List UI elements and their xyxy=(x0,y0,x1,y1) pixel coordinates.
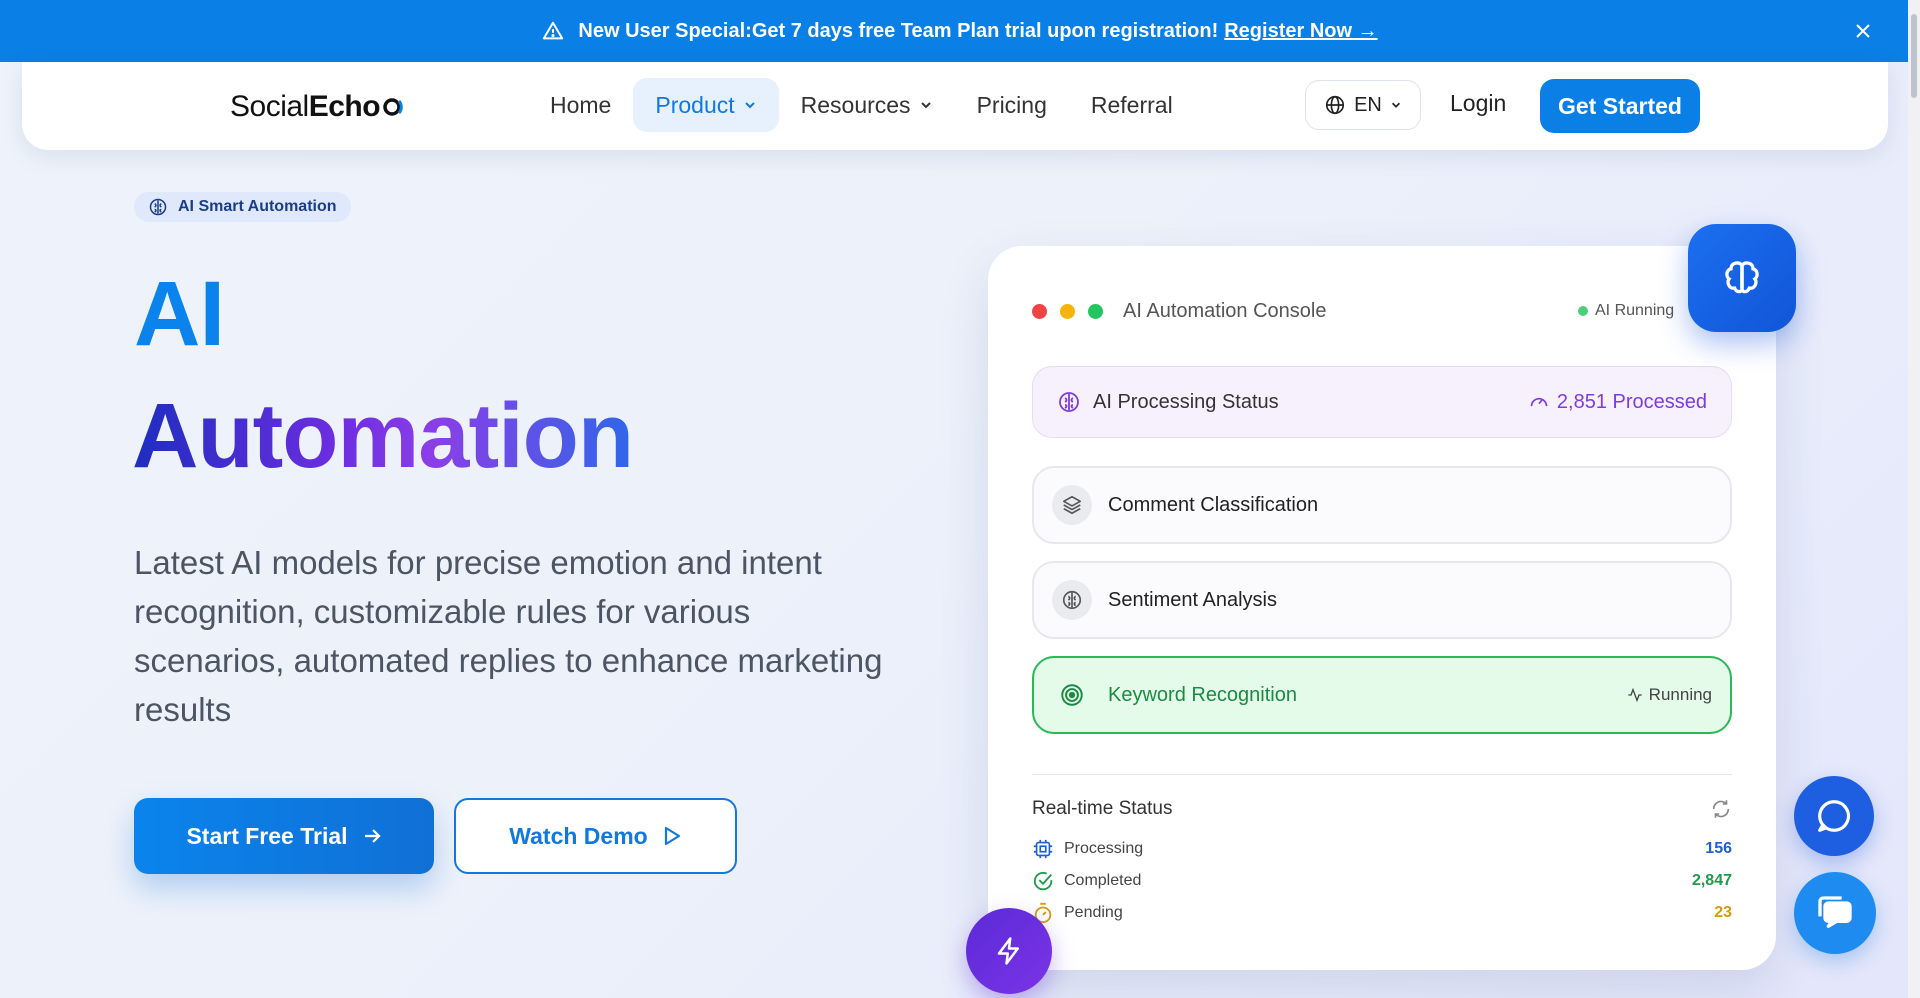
realtime-status-title: Real-time Status xyxy=(1032,798,1173,819)
task-label: Comment Classification xyxy=(1108,493,1319,516)
feature-badge-label: AI Smart Automation xyxy=(178,198,337,215)
red-dot xyxy=(1032,304,1047,319)
watch-demo-button[interactable]: Watch Demo xyxy=(454,798,737,874)
page-scrollbar[interactable] xyxy=(1908,0,1920,998)
ai-running-indicator: AI Running xyxy=(1578,302,1674,320)
start-free-trial-button[interactable]: Start Free Trial xyxy=(134,798,434,874)
running-label: Running xyxy=(1648,685,1712,704)
target-icon xyxy=(1052,675,1092,715)
processed-count: 2,851 Processed xyxy=(1556,390,1707,413)
realtime-value: 23 xyxy=(1714,904,1732,921)
login-link[interactable]: Login xyxy=(1450,90,1506,117)
logo-mark-icon xyxy=(382,96,404,118)
register-now-link[interactable]: Register Now → xyxy=(1224,20,1377,43)
nav-referral-label: Referral xyxy=(1090,91,1173,118)
feature-badge: AI Smart Automation xyxy=(134,192,351,222)
window-controls xyxy=(1032,304,1103,319)
hero-title-line-2: Automation xyxy=(132,385,634,487)
get-started-button[interactable]: Get Started xyxy=(1540,79,1700,133)
nav-referral[interactable]: Referral xyxy=(1069,78,1195,132)
layers-icon xyxy=(1052,485,1092,525)
arrow-right-icon xyxy=(362,826,382,846)
realtime-label: Pending xyxy=(1064,904,1123,921)
status-dot xyxy=(1578,306,1588,316)
divider xyxy=(1032,774,1732,775)
language-selector[interactable]: EN xyxy=(1305,80,1421,130)
brain-icon xyxy=(1688,224,1796,332)
chevron-down-icon xyxy=(1390,99,1402,111)
realtime-label: Completed xyxy=(1064,872,1142,889)
logo-echo: Echo xyxy=(308,90,381,123)
nav-home[interactable]: Home xyxy=(528,78,633,132)
messages-icon[interactable] xyxy=(1794,872,1876,954)
realtime-value: 156 xyxy=(1705,840,1732,857)
chat-bubble-icon[interactable] xyxy=(1794,776,1874,856)
running-indicator: Running xyxy=(1627,685,1712,705)
realtime-row-completed: Completed 2,847 xyxy=(1032,868,1732,894)
language-label: EN xyxy=(1354,93,1382,116)
green-dot xyxy=(1088,304,1103,319)
watch-demo-label: Watch Demo xyxy=(509,822,648,849)
activity-icon xyxy=(1627,687,1643,703)
start-free-trial-label: Start Free Trial xyxy=(186,822,348,849)
nav-product-label: Product xyxy=(655,91,735,118)
task-keyword-recognition[interactable]: Keyword Recognition Running xyxy=(1032,656,1732,734)
check-circle-icon xyxy=(1032,870,1054,892)
realtime-row-processing: Processing 156 xyxy=(1032,836,1732,862)
realtime-row-pending: Pending 23 xyxy=(1032,900,1732,926)
nav-pricing-label: Pricing xyxy=(976,91,1047,118)
hero-title-line-1: AI xyxy=(134,263,225,365)
play-icon xyxy=(662,825,682,847)
close-icon[interactable] xyxy=(1848,16,1878,46)
logo[interactable]: Social Echo xyxy=(230,90,404,124)
logo-social: Social xyxy=(230,90,309,123)
nav-resources[interactable]: Resources xyxy=(779,78,955,132)
task-label: Sentiment Analysis xyxy=(1108,588,1277,611)
lightning-icon[interactable] xyxy=(966,908,1052,994)
processing-status-label: AI Processing Status xyxy=(1093,390,1279,413)
realtime-value: 2,847 xyxy=(1691,872,1732,889)
brain-icon xyxy=(148,197,168,217)
brain-icon xyxy=(1052,580,1092,620)
scrollbar-thumb[interactable] xyxy=(1911,14,1917,98)
nav-product[interactable]: Product xyxy=(633,78,779,132)
chevron-down-icon xyxy=(743,98,757,112)
automation-console-card: AI Automation Console AI Running AI Proc… xyxy=(988,246,1776,970)
ai-running-label: AI Running xyxy=(1595,302,1675,319)
globe-icon xyxy=(1324,94,1346,116)
realtime-label: Processing xyxy=(1064,840,1144,857)
nav-links: Home Product Resources Pricing Referral xyxy=(528,78,1195,132)
task-label: Keyword Recognition xyxy=(1108,683,1297,706)
cpu-icon xyxy=(1032,838,1054,860)
nav-resources-label: Resources xyxy=(800,91,911,118)
announcement-bar: New User Special:Get 7 days free Team Pl… xyxy=(0,0,1920,62)
gauge-icon xyxy=(1529,392,1549,412)
nav-pricing[interactable]: Pricing xyxy=(955,78,1069,132)
refresh-icon[interactable] xyxy=(1710,798,1732,820)
announcement-message: New User Special:Get 7 days free Team Pl… xyxy=(578,19,1219,42)
warning-icon xyxy=(542,20,564,42)
console-title: AI Automation Console xyxy=(1123,300,1327,322)
task-comment-classification[interactable]: Comment Classification xyxy=(1032,466,1732,544)
nav-home-label: Home xyxy=(550,91,612,118)
chevron-down-icon xyxy=(919,98,933,112)
processing-status-bar: AI Processing Status 2,851 Processed xyxy=(1032,366,1732,438)
top-navigation: Social Echo Home Product Resources Prici… xyxy=(22,62,1888,150)
brain-icon xyxy=(1057,390,1081,414)
hero-description: Latest AI models for precise emotion and… xyxy=(134,544,883,728)
task-sentiment-analysis[interactable]: Sentiment Analysis xyxy=(1032,561,1732,639)
yellow-dot xyxy=(1060,304,1075,319)
